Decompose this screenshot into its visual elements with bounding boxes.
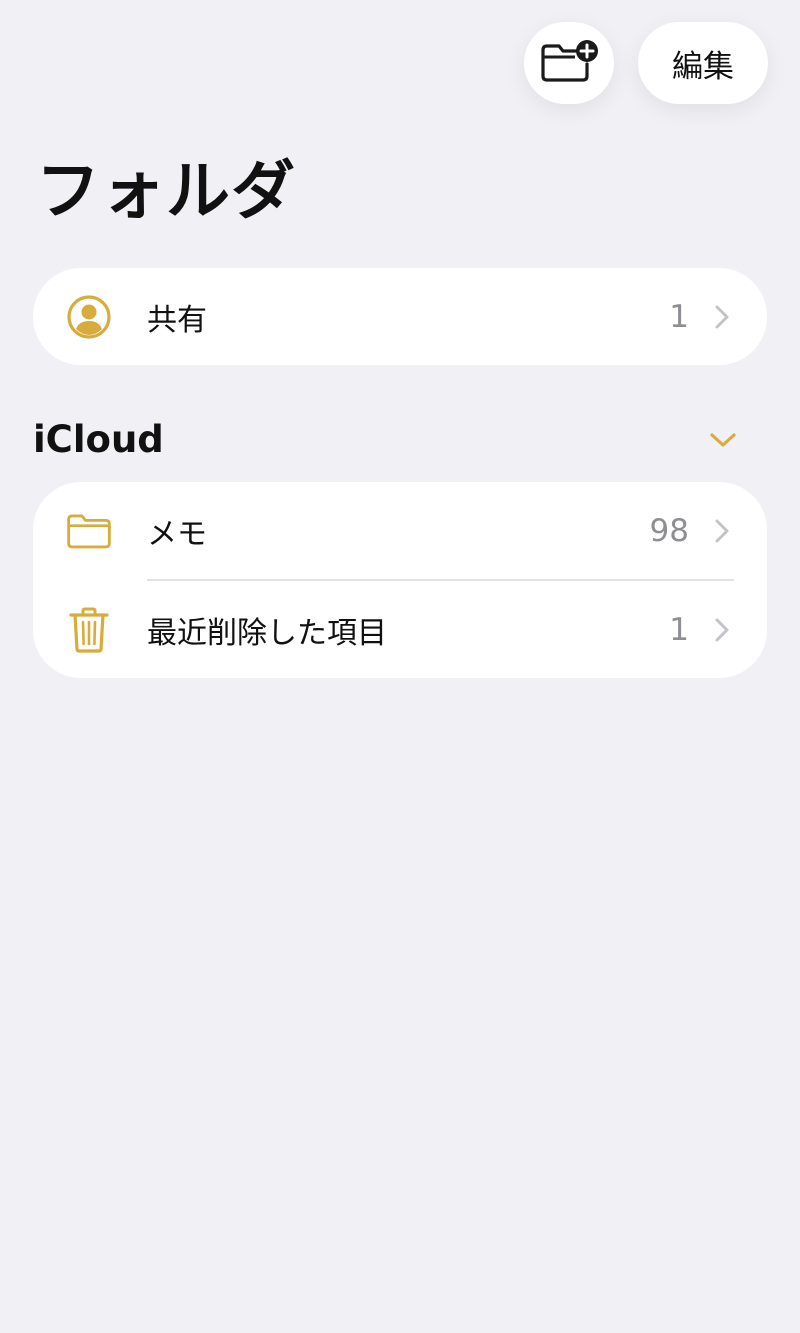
- new-folder-button[interactable]: [524, 22, 614, 104]
- page-title: フォルダ: [36, 155, 296, 229]
- icloud-section-header: iCloud: [33, 418, 767, 464]
- folder-row-notes[interactable]: メモ 98: [33, 482, 767, 579]
- icloud-card: メモ 98 最近削除した項目 1: [33, 482, 767, 678]
- chevron-right-icon: [711, 615, 733, 645]
- shared-label: 共有: [147, 302, 207, 338]
- collapse-toggle[interactable]: [703, 422, 743, 462]
- folder-count-notes: 98: [649, 512, 689, 549]
- folder-label-notes: メモ: [147, 516, 207, 552]
- folder-row-recently-deleted[interactable]: 最近削除した項目 1: [33, 581, 767, 678]
- person-circle-icon: [66, 294, 112, 340]
- folder-label-recently-deleted: 最近削除した項目: [147, 615, 387, 651]
- trash-icon: [66, 607, 112, 653]
- edit-button[interactable]: 編集: [638, 22, 768, 104]
- shared-card: 共有 1: [33, 268, 767, 365]
- toolbar: 編集: [524, 22, 768, 104]
- shared-count: 1: [669, 298, 689, 335]
- folder-count-recently-deleted: 1: [669, 611, 689, 648]
- shared-row[interactable]: 共有 1: [33, 268, 767, 365]
- folder-badge-plus-icon: [539, 38, 599, 88]
- chevron-down-icon: [709, 431, 737, 453]
- folder-icon: [66, 508, 112, 554]
- chevron-right-icon: [711, 516, 733, 546]
- chevron-right-icon: [711, 302, 733, 332]
- icloud-section-title: iCloud: [33, 418, 164, 461]
